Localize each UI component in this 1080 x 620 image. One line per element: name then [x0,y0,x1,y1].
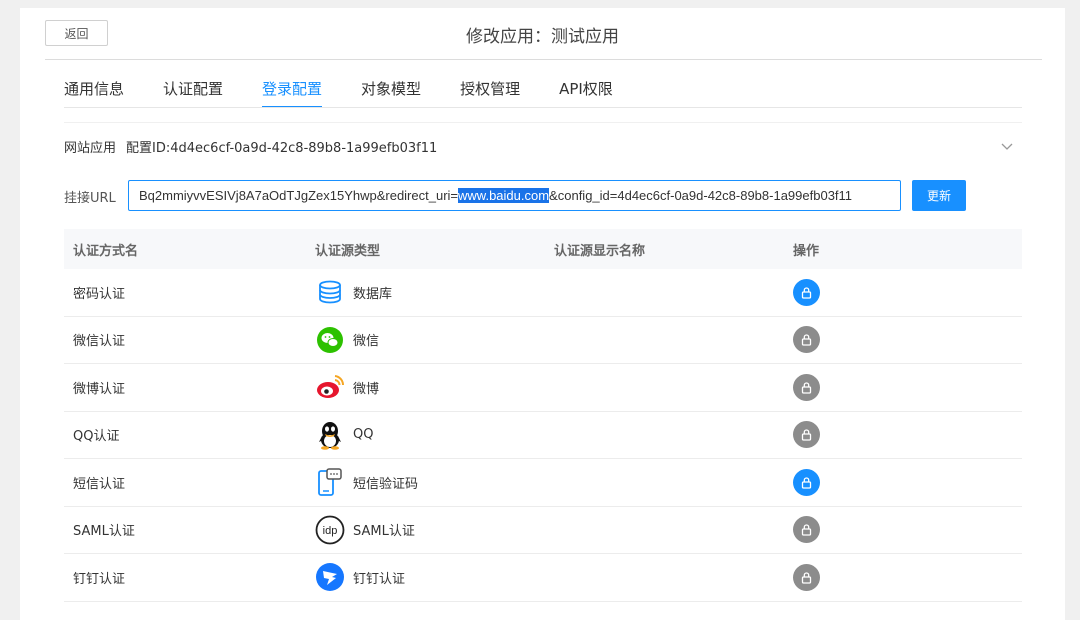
lock-toggle-button[interactable] [793,468,820,496]
actions-cell [783,516,1022,544]
app-info-row: 网站应用 配置ID:4d4ec6cf-0a9d-42c8-89b8-1a99ef… [64,137,437,156]
page-title: 修改应用：测试应用 [466,27,619,47]
main-panel: 返回 修改应用：测试应用 通用信息 认证配置 登录配置 对象模型 授权管理 AP… [20,8,1065,620]
auth-method-name: SAML认证 [73,524,135,540]
lock-icon [801,429,812,441]
table-row: 钉钉认证 钉钉认证 [64,554,1022,602]
source-type-cell: idp SAML认证 [305,515,544,545]
auth-method-name: 短信认证 [73,476,126,492]
lock-icon [801,287,812,299]
tabs-divider [64,107,1022,108]
source-type-cell: 短信验证码 [305,467,544,497]
lock-toggle-button[interactable] [793,373,820,401]
source-type-label: 微博 [353,381,380,397]
table-row: 短信认证 短信验证码 [64,459,1022,507]
weibo-icon [315,372,345,402]
column-header-source-type: 认证源类型 [315,243,381,259]
auth-method-name: QQ认证 [73,429,120,445]
tab-general-info[interactable]: 通用信息 [64,78,124,108]
source-type-label: QQ [353,427,374,443]
lock-toggle-button[interactable] [793,563,820,591]
source-type-label: 钉钉认证 [353,571,406,587]
table-header: 认证方式名 认证源类型 认证源显示名称 操作 [64,229,1022,269]
table-row: 微博认证 微博 [64,364,1022,412]
auth-method-name: 密码认证 [73,286,126,302]
database-icon [315,277,345,307]
tab-auth-config[interactable]: 认证配置 [163,78,223,108]
actions-cell [783,421,1022,449]
qq-icon [315,420,345,450]
update-button[interactable]: 更新 [912,180,966,211]
table-row: SAML认证 idp SAML认证 [64,507,1022,554]
table-row: 密码认证 数据库 [64,269,1022,317]
source-type-label: 数据库 [353,286,393,302]
source-type-label: SAML认证 [353,524,415,540]
app-type-label: 网站应用 [64,141,117,156]
lock-icon [801,382,812,394]
wechat-icon [315,325,345,355]
dingtalk-icon [315,562,345,592]
source-type-cell: 数据库 [305,277,544,307]
tab-authorization[interactable]: 授权管理 [460,78,520,108]
tab-login-config[interactable]: 登录配置 [262,78,323,108]
lock-icon [801,524,812,536]
hook-url-input[interactable]: Bq2mmiyvvESIVj8A7aOdTJgZex15Yhwp&redirec… [128,180,901,211]
auth-methods-table: 认证方式名 认证源类型 认证源显示名称 操作 密码认证 数据库 微信认证 微信 … [64,229,1022,602]
svg-text:idp: idp [323,525,338,537]
tab-api-permissions[interactable]: API权限 [559,78,613,108]
table-row: QQ认证 QQ [64,412,1022,459]
config-id: 配置ID:4d4ec6cf-0a9d-42c8-89b8-1a99efb03f1… [126,141,438,156]
actions-cell [783,278,1022,306]
url-text-after: &config_id=4d4ec6cf-0a9d-42c8-89b8-1a99e… [549,188,853,203]
auth-method-name: 微信认证 [73,334,126,350]
url-text-before: Bq2mmiyvvESIVj8A7aOdTJgZex15Yhwp&redirec… [139,188,459,203]
source-type-cell: 钉钉认证 [305,562,544,592]
source-type-label: 短信验证码 [353,476,419,492]
chevron-down-icon[interactable] [1000,139,1014,153]
source-type-label: 微信 [353,334,380,350]
lock-toggle-button[interactable] [793,421,820,449]
url-label: 挂接URL [64,191,116,206]
actions-cell [783,373,1022,401]
lock-toggle-button[interactable] [793,278,820,306]
lock-icon [801,477,812,489]
auth-method-name: 钉钉认证 [73,571,126,587]
tab-bar: 通用信息 认证配置 登录配置 对象模型 授权管理 API权限 [64,78,652,108]
column-header-name: 认证方式名 [73,243,139,259]
section-divider [64,122,1022,123]
actions-cell [783,468,1022,496]
source-type-cell: QQ [305,420,544,450]
sms-icon [315,467,345,497]
column-header-actions: 操作 [793,243,820,259]
lock-icon [801,572,812,584]
column-header-display-name: 认证源显示名称 [554,243,646,259]
url-text-selected: www.baidu.com [458,188,550,203]
source-type-cell: 微博 [305,372,544,402]
auth-method-name: 微博认证 [73,381,126,397]
table-row: 微信认证 微信 [64,317,1022,364]
lock-toggle-button[interactable] [793,516,820,544]
lock-icon [801,334,812,346]
source-type-cell: 微信 [305,325,544,355]
tab-object-model[interactable]: 对象模型 [361,78,421,108]
actions-cell [783,326,1022,354]
idp-icon: idp [315,515,345,545]
lock-toggle-button[interactable] [793,326,820,354]
divider [45,59,1042,60]
actions-cell [783,563,1022,591]
